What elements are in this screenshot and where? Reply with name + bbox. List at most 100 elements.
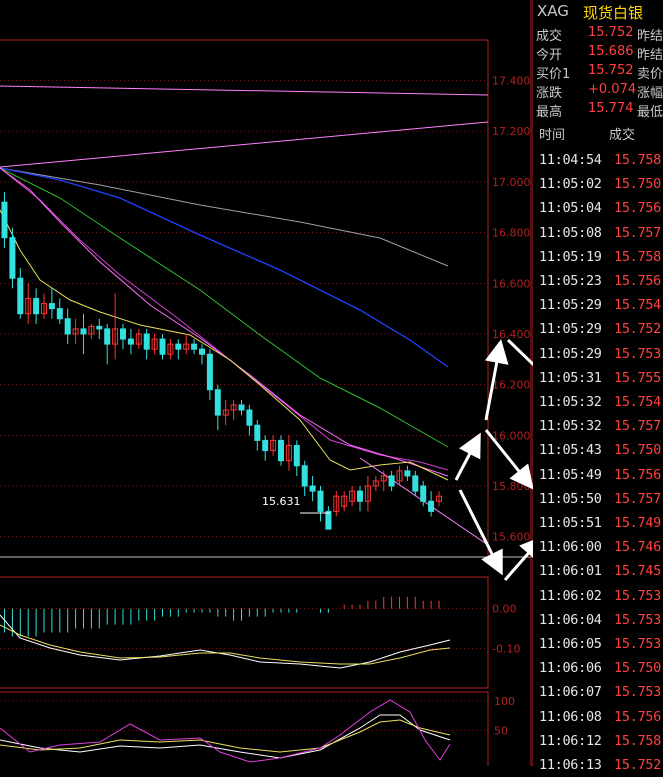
tick-time: 11:05:29	[539, 297, 602, 314]
candle-body	[301, 465, 308, 487]
tick-time: 11:05:43	[539, 442, 602, 459]
quote-row: 买价1 15.752 卖价	[533, 62, 663, 82]
tick-price: 15.758	[614, 248, 661, 265]
tick-time: 11:06:01	[539, 563, 602, 580]
tick-time: 11:06:05	[539, 636, 602, 652]
tick-row: 11:06:12 15.758	[533, 729, 663, 753]
tick-price: 15.750	[614, 660, 661, 677]
tick-row: 11:05:51 15.749	[533, 511, 663, 535]
kdj-lines	[0, 699, 451, 763]
tick-time: 11:05:50	[539, 490, 602, 507]
candle-body	[254, 424, 261, 441]
kdj-tick-label: 50	[494, 724, 508, 737]
price-tick-label: 16.600	[492, 277, 531, 290]
tick-time: 11:05:29	[539, 321, 602, 338]
candle-body	[191, 343, 198, 350]
tick-time: 11:05:31	[539, 369, 602, 386]
quote-label: 成交	[536, 29, 563, 44]
tick-price: 15.755	[614, 369, 661, 386]
quote-extra-label: 昨结	[637, 48, 663, 63]
macd-tick-label: 0.00	[492, 603, 517, 616]
tick-price: 15.753	[614, 611, 661, 628]
tick-time: 11:05:51	[539, 515, 602, 531]
tick-price: 15.750	[614, 176, 661, 193]
tick-price: 15.752	[614, 757, 661, 773]
tick-time: 11:04:54	[539, 152, 602, 168]
tick-time: 11:06:06	[539, 660, 602, 677]
tick-time: 11:05:08	[539, 224, 602, 241]
symbol-header: XAG 现货白银	[533, 0, 663, 24]
tick-time: 11:05:19	[539, 248, 602, 265]
kdj-yellow-line	[0, 719, 451, 753]
tick-row: 11:05:32 15.757	[533, 414, 663, 438]
quote-row: 最高 15.774 最低	[533, 100, 663, 120]
candle-body	[317, 490, 324, 512]
quote-row: 涨跌 +0.074 涨幅	[533, 81, 663, 101]
candle-body	[1, 201, 8, 239]
tick-price: 15.756	[614, 466, 661, 483]
tick-time: 11:05:32	[539, 418, 602, 435]
tick-row: 11:05:29 15.753	[533, 342, 663, 366]
quote-value: 15.752	[588, 25, 634, 40]
symbol-name: 现货白银	[583, 4, 644, 22]
candle-body	[309, 485, 316, 492]
tick-row: 11:06:04 15.753	[533, 608, 663, 632]
trend-line-top	[0, 85, 489, 96]
price-tick-label: 15.600	[492, 531, 531, 544]
candle-body	[388, 475, 395, 487]
candle-body	[104, 328, 111, 345]
candle-body	[325, 510, 332, 530]
quote-label: 涨跌	[536, 86, 563, 101]
candle-body	[120, 328, 126, 340]
kdj-tick-label: 100	[494, 695, 515, 708]
price-tick-label: 15.800	[492, 480, 531, 493]
quote-extra-label: 昨结	[637, 29, 663, 44]
tick-time: 11:05:04	[539, 200, 602, 217]
tick-header-time: 时间	[539, 128, 566, 143]
tick-row: 11:05:04 15.756	[533, 196, 663, 220]
tick-price: 15.756	[614, 273, 661, 289]
candle-body	[33, 298, 40, 315]
tick-price: 15.750	[614, 442, 661, 459]
tick-row: 11:06:01 15.745	[533, 559, 663, 583]
tick-price: 15.745	[614, 563, 661, 580]
candle-body	[262, 439, 269, 452]
tick-time: 11:05:29	[539, 345, 602, 362]
tick-row: 11:05:23 15.756	[533, 269, 663, 293]
tick-row: 11:05:43 15.750	[533, 438, 663, 462]
ma-green-line	[0, 167, 449, 448]
candle-body	[96, 325, 103, 330]
price-tick-label: 16.400	[492, 328, 531, 341]
tick-time: 11:05:02	[539, 176, 602, 193]
tick-price: 15.746	[614, 539, 661, 556]
candle-body	[293, 444, 300, 467]
candle-body	[9, 237, 16, 279]
ma-yellow-line	[0, 209, 449, 481]
tick-price: 15.756	[614, 200, 661, 217]
candle-body	[357, 490, 363, 502]
tick-row: 11:05:50 15.757	[533, 487, 663, 511]
candle-body	[175, 343, 182, 350]
tick-row: 11:04:54 15.758	[533, 148, 663, 172]
tick-header-price: 成交	[609, 128, 636, 143]
quote-label: 最高	[536, 105, 563, 120]
tick-row: 11:06:07 15.753	[533, 680, 663, 704]
tick-time: 11:05:49	[539, 466, 602, 483]
tick-price: 15.756	[614, 708, 661, 725]
tick-time: 11:06:12	[539, 732, 602, 749]
candle-body	[246, 409, 253, 426]
price-axis: 17.400 17.200 17.000 16.800 16.600 16.400 16.2…	[492, 75, 531, 738]
quote-extra-label: 卖价	[637, 67, 663, 82]
tick-price: 15.754	[614, 394, 661, 410]
arrow-up-1	[503, 535, 533, 581]
tick-time: 11:06:00	[539, 539, 602, 556]
drawn-arrows	[454, 338, 533, 581]
price-tick-label: 16.200	[492, 379, 531, 392]
candle-body	[56, 308, 63, 320]
quote-row: 今开 15.686 昨结	[533, 43, 663, 63]
price-tick-label: 16.000	[492, 429, 531, 442]
tick-row: 11:06:13 15.752	[533, 753, 663, 777]
tick-row: 11:05:19 15.758	[533, 245, 663, 269]
kdj-plot-border	[0, 691, 489, 766]
tick-row: 11:06:02 15.753	[533, 584, 663, 608]
